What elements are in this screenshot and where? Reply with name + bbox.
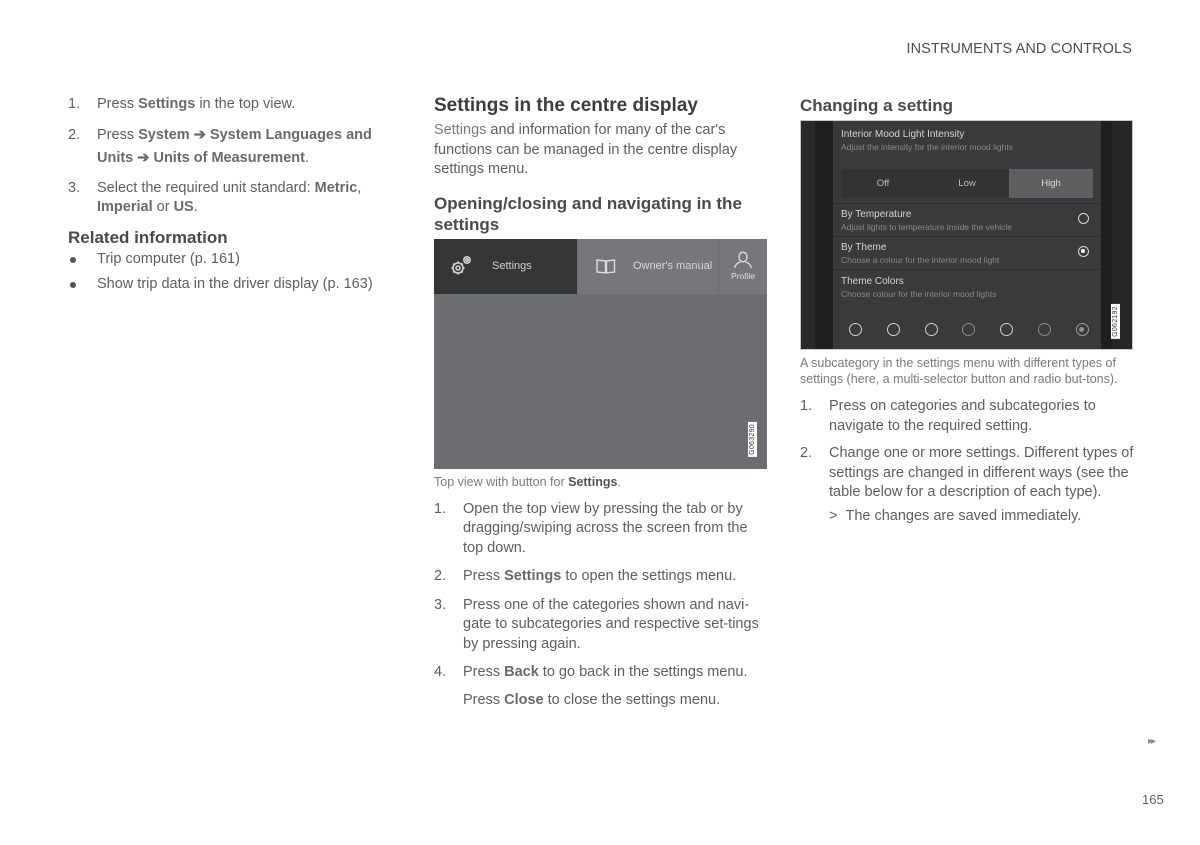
radio-by-theme[interactable] bbox=[1078, 246, 1089, 257]
top-view-screenshot: Settings Owner's manual Profile G063290 bbox=[434, 238, 767, 469]
person-icon bbox=[733, 251, 753, 271]
book-icon bbox=[589, 258, 623, 274]
settings-tab[interactable]: Settings bbox=[434, 238, 577, 294]
middle-column: Settings in the centre display Settings … bbox=[434, 95, 769, 710]
result-marker: > bbox=[829, 507, 838, 524]
step-3: 3. Press one of the categories shown and … bbox=[434, 596, 759, 652]
segment-low[interactable]: Low bbox=[925, 169, 1009, 198]
intensity-title: Interior Mood Light Intensity bbox=[841, 129, 965, 140]
image-id-tag: G062192 bbox=[1111, 304, 1120, 339]
related-links: Trip computer (p. 161) Show trip data in… bbox=[68, 250, 398, 295]
changing-setting-heading: Changing a setting bbox=[800, 96, 953, 115]
color-choice-radio[interactable] bbox=[1038, 323, 1052, 336]
related-link[interactable]: Show trip data in the driver display (p.… bbox=[68, 275, 398, 295]
color-choice-radio[interactable] bbox=[849, 323, 862, 336]
step-2: 2. Press Settings to open the settings me… bbox=[434, 568, 737, 584]
step-2: 2. Change one or more settings. Different… bbox=[800, 445, 1134, 500]
close-note: Press Close to close the settings menu. bbox=[463, 691, 721, 708]
unit-steps: 1. Press Settings in the top view. 2. Pr… bbox=[68, 95, 398, 218]
theme-color-choices bbox=[849, 323, 1089, 336]
page-title: Settings in the centre display bbox=[434, 95, 698, 116]
divider bbox=[833, 203, 1101, 204]
change-setting-steps: 1. Press on categories and subcategories … bbox=[800, 397, 1135, 503]
related-heading: Related information bbox=[68, 227, 228, 247]
section-heading: Opening/closing and navigating in the se… bbox=[434, 193, 742, 234]
intensity-subtitle: Adjust the intensity for the interior mo… bbox=[841, 142, 1013, 152]
radio-by-temperature[interactable] bbox=[1078, 213, 1089, 224]
segment-high[interactable]: High bbox=[1009, 169, 1093, 198]
color-choice-radio[interactable] bbox=[962, 323, 976, 336]
page-number: 165 bbox=[1142, 792, 1164, 807]
step-1: 1. Press Settings in the top view. bbox=[68, 96, 296, 112]
theme-colors-subtitle: Choose colour for the interior mood ligh… bbox=[841, 289, 997, 299]
section-header: INSTRUMENTS AND CONTROLS bbox=[906, 41, 1132, 57]
owners-manual-tab-label: Owner's manual bbox=[633, 260, 713, 272]
screenshot-caption: A subcategory in the settings menu with … bbox=[800, 356, 1118, 386]
settings-tab-label: Settings bbox=[492, 260, 532, 272]
divider bbox=[833, 269, 1101, 270]
color-choice-radio[interactable] bbox=[886, 323, 900, 336]
step-1: 1. Press on categories and subcategories … bbox=[800, 398, 1096, 434]
result-note: > The changes are saved immediately. bbox=[829, 507, 1082, 524]
top-view-bar: Settings Owner's manual Profile bbox=[434, 238, 767, 294]
divider bbox=[833, 236, 1101, 237]
theme-colors-title: Theme Colors bbox=[841, 276, 904, 287]
step-3: 3. Select the required unit standard: Me… bbox=[68, 179, 362, 216]
step-4: 4. Press Back to go back in the settings … bbox=[434, 664, 748, 680]
owners-manual-tab[interactable]: Owner's manual bbox=[577, 238, 719, 294]
arrow-icon: ➔ bbox=[189, 126, 210, 143]
profile-tab-label: Profile bbox=[730, 271, 756, 281]
settings-panel: Interior Mood Light Intensity Adjust the… bbox=[833, 121, 1101, 349]
right-column: Changing a setting Interior Mood Light I… bbox=[800, 95, 1135, 526]
color-choice-radio[interactable] bbox=[1075, 323, 1089, 336]
continue-icon: ▸▸ bbox=[1148, 736, 1156, 747]
arrow-icon: ➔ bbox=[133, 149, 154, 166]
left-column: 1. Press Settings in the top view. 2. Pr… bbox=[68, 95, 398, 301]
step-2: 2. Press System ➔ System Languages and U… bbox=[68, 126, 372, 166]
settings-subcategory-screenshot: Interior Mood Light Intensity Adjust the… bbox=[800, 120, 1133, 350]
segment-off[interactable]: Off bbox=[841, 169, 925, 198]
intensity-multi-selector: Off Low High bbox=[841, 169, 1093, 198]
color-choice-radio[interactable] bbox=[924, 323, 938, 336]
screenshot-caption: Top view with button for Settings. bbox=[434, 474, 621, 489]
related-link[interactable]: Trip computer (p. 161) bbox=[68, 250, 398, 270]
intro-paragraph: Settings and information for many of the… bbox=[434, 122, 738, 177]
step-1: 1. Open the top view by pressing the tab … bbox=[434, 500, 748, 556]
color-choice-radio[interactable] bbox=[1000, 323, 1014, 336]
navigation-steps: 1. Open the top view by pressing the tab … bbox=[434, 500, 769, 683]
image-id-tag: G063290 bbox=[748, 421, 757, 457]
gear-icon bbox=[442, 254, 482, 278]
profile-tab[interactable]: Profile bbox=[719, 238, 767, 294]
